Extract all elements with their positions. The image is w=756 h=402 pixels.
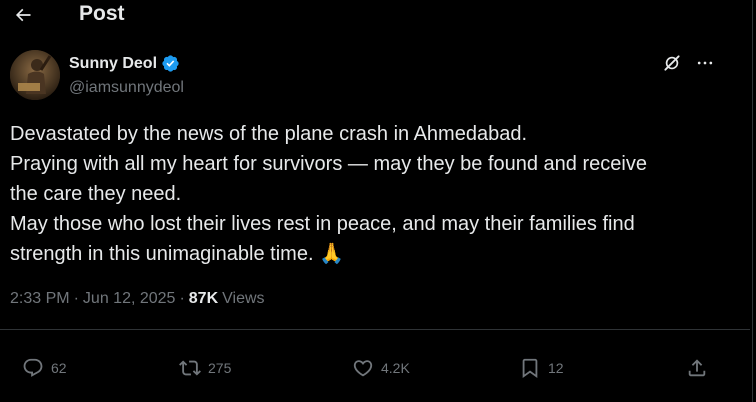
more-options-button[interactable] [692, 50, 718, 76]
share-icon [688, 359, 706, 377]
bookmark-icon [522, 358, 538, 379]
column-border [752, 0, 753, 402]
back-button[interactable] [8, 0, 38, 30]
meta-separator: · [73, 290, 79, 307]
grok-icon [664, 55, 680, 71]
like-button[interactable]: 4.2K [352, 350, 410, 386]
repost-button[interactable]: 275 [179, 350, 231, 386]
like-count: 4.2K [381, 360, 410, 376]
avatar-image [10, 50, 60, 100]
reply-icon [23, 358, 43, 377]
tweet-text: Devastated by the news of the plane cras… [10, 119, 740, 269]
avatar[interactable] [10, 50, 60, 100]
reply-button[interactable]: 62 [22, 350, 67, 386]
bookmark-count: 12 [548, 360, 564, 376]
tweet-line: Praying with all my heart for survivors … [10, 153, 647, 175]
more-dots-icon [697, 61, 713, 65]
bookmark-button[interactable]: 12 [519, 350, 564, 386]
verified-badge-icon[interactable] [161, 54, 180, 73]
tweet-line: the care they need. [10, 183, 182, 205]
post-time[interactable]: 2:33 PM [10, 290, 70, 308]
author-name-row[interactable]: Sunny Deol [69, 54, 180, 73]
action-bar: 62 275 4.2K 12 [0, 350, 750, 386]
repost-count: 275 [208, 360, 232, 376]
repost-icon [179, 360, 201, 376]
post-header: Post [0, 0, 750, 32]
author-handle[interactable]: @iamsunnydeol [69, 79, 184, 97]
tweet-line: Devastated by the news of the plane cras… [10, 123, 528, 145]
author-name[interactable]: Sunny Deol [69, 55, 157, 73]
grok-button[interactable] [659, 50, 685, 76]
tweet-line: May those who lost their lives rest in p… [10, 213, 635, 235]
heart-icon [353, 360, 373, 377]
divider [0, 329, 750, 330]
share-button[interactable] [686, 350, 708, 386]
arrow-left-icon [15, 8, 31, 22]
views-count[interactable]: 87K [189, 290, 218, 308]
post-date[interactable]: Jun 12, 2025 [83, 290, 176, 308]
tweet-line: strength in this unimaginable time. 🙏 [10, 243, 344, 265]
tweet-meta: 2:33 PM · Jun 12, 2025 · 87K Views [10, 290, 265, 308]
page-title: Post [79, 2, 125, 25]
reply-count: 62 [51, 360, 67, 376]
meta-separator: · [179, 290, 185, 307]
views-label: Views [222, 290, 265, 307]
